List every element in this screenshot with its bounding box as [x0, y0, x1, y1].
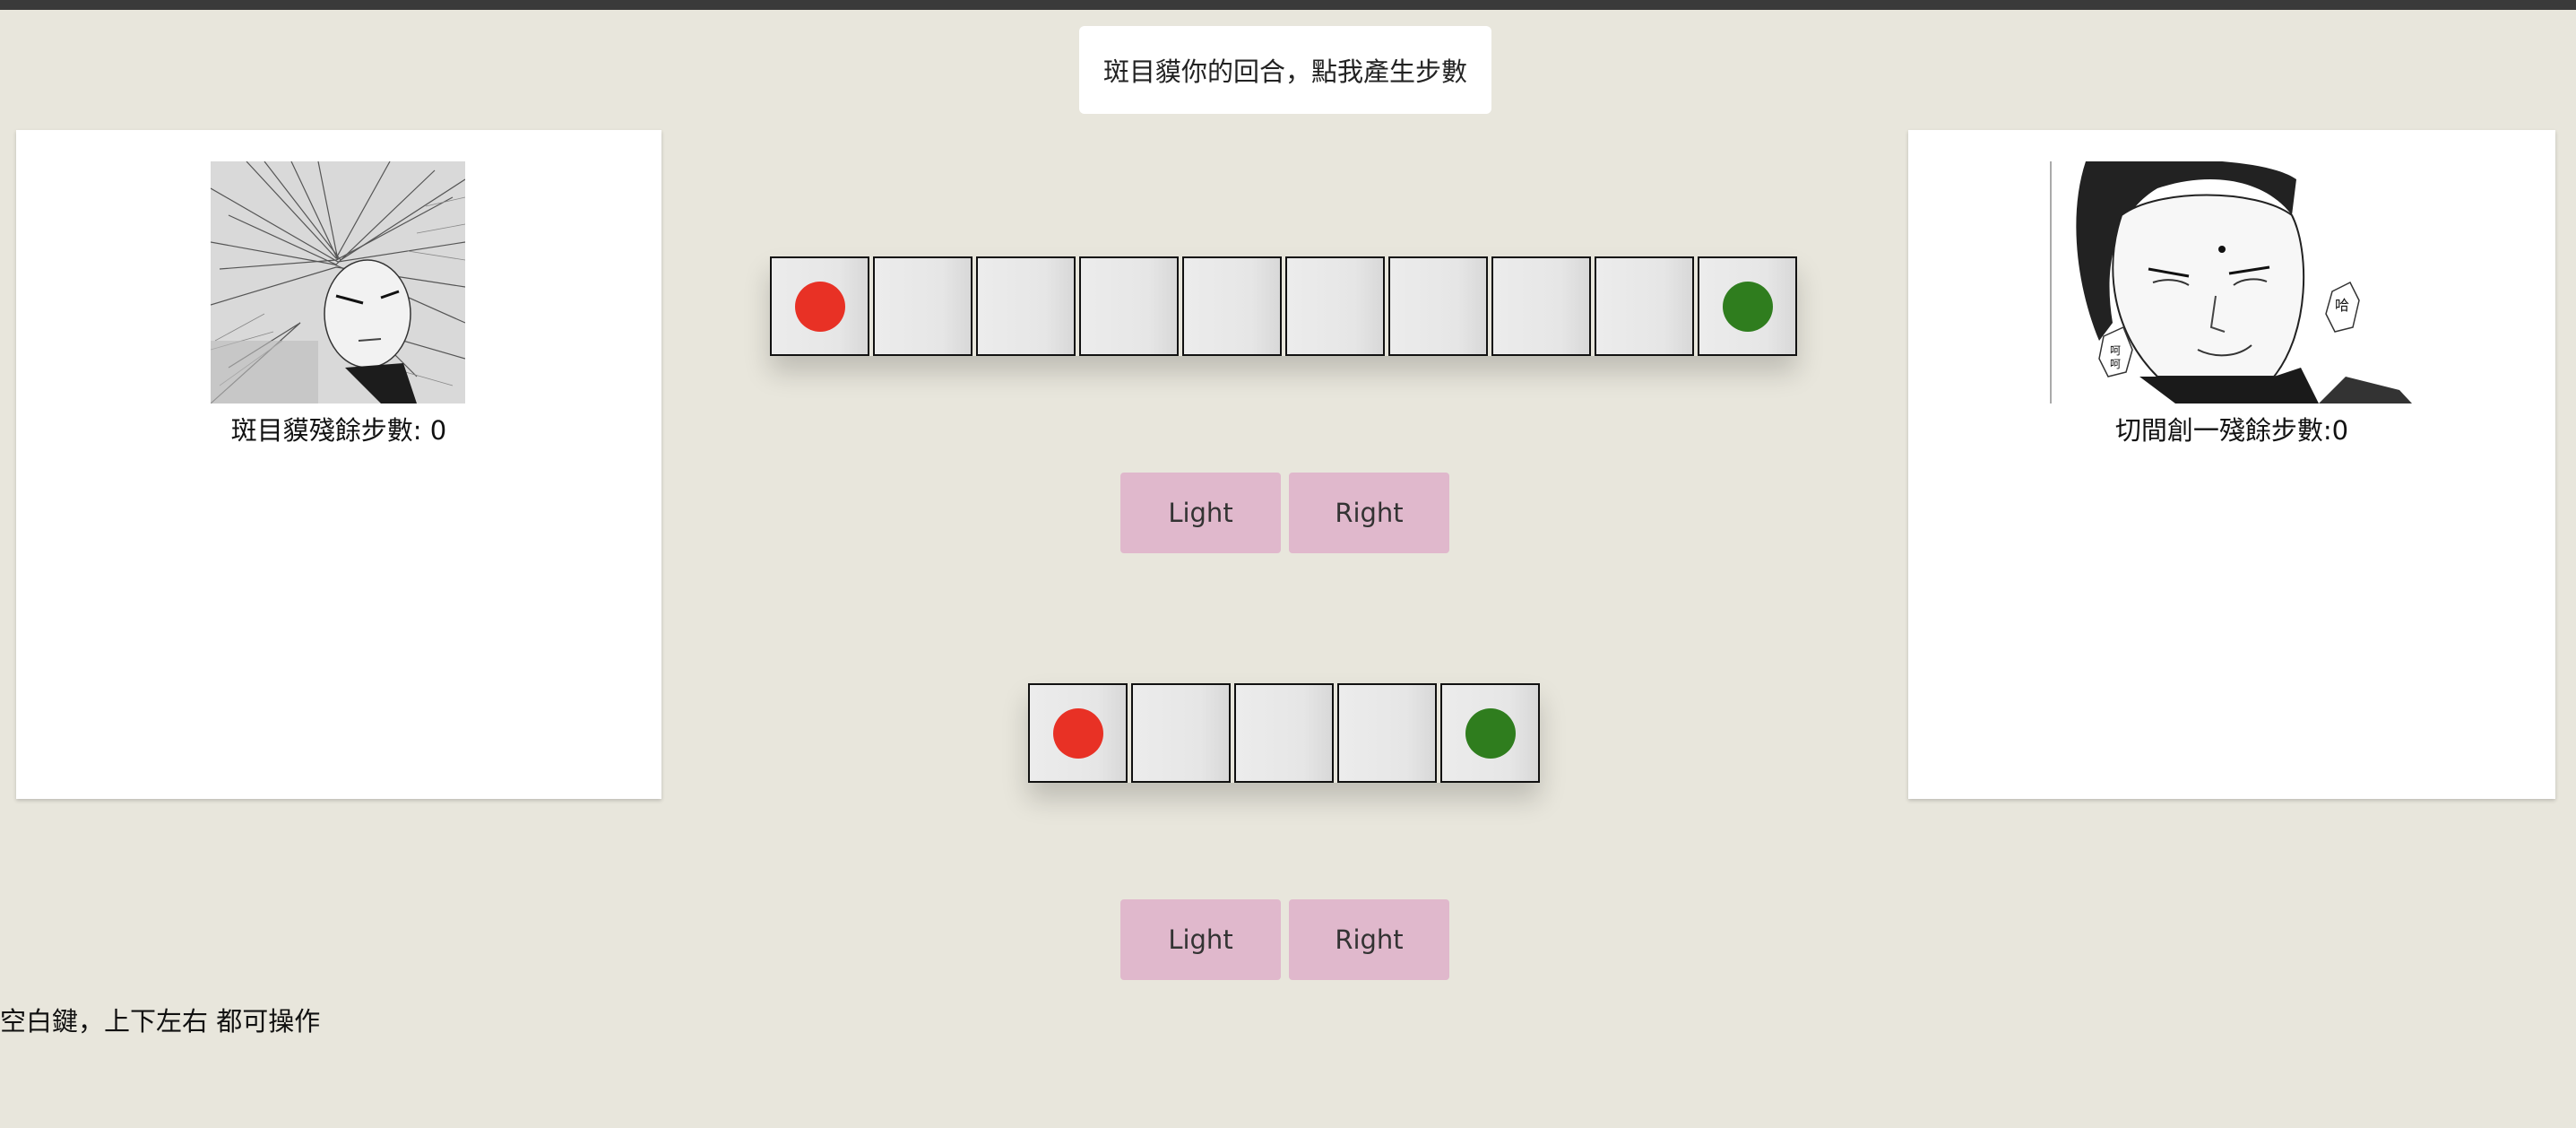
move-right-button[interactable]: Right	[1289, 899, 1449, 980]
generate-steps-button[interactable]: 斑目貘你的回合，點我產生步數	[1079, 26, 1491, 114]
board-track-1	[770, 256, 1797, 356]
svg-text:哈: 哈	[2335, 297, 2349, 314]
board-cell	[770, 256, 869, 356]
board-cell	[1131, 683, 1231, 783]
controls-track-1: Light Right	[1120, 473, 1449, 553]
player-avatar-right: 哈 呵 呵	[2050, 161, 2412, 403]
keyboard-hint: 空白鍵，上下左右 都可操作	[0, 1006, 321, 1037]
board-cell	[873, 256, 972, 356]
player-panel-left: 斑目貘殘餘步數: 0	[16, 130, 661, 799]
move-left-button[interactable]: Light	[1120, 899, 1281, 980]
green-player-piece	[1722, 281, 1773, 332]
svg-text:呵: 呵	[2110, 344, 2121, 357]
green-player-piece	[1465, 707, 1516, 759]
board-track-2	[1028, 683, 1540, 783]
top-bar	[0, 0, 2576, 10]
board-cell	[1388, 256, 1488, 356]
player-steps-left: 斑目貘殘餘步數: 0	[230, 415, 447, 446]
red-player-piece	[794, 281, 845, 332]
board-cell	[1491, 256, 1591, 356]
board-cell	[1285, 256, 1385, 356]
board-cell	[1079, 256, 1179, 356]
red-player-piece	[1052, 707, 1103, 759]
board-cell	[1182, 256, 1282, 356]
board-cell	[1440, 683, 1540, 783]
controls-track-2: Light Right	[1120, 899, 1449, 980]
board-cell	[1337, 683, 1437, 783]
svg-text:呵: 呵	[2110, 358, 2121, 370]
board-cell	[976, 256, 1076, 356]
player-panel-right: 哈 呵 呵 切間創一殘餘步數:0	[1908, 130, 2555, 799]
board-cell	[1234, 683, 1334, 783]
board-cell	[1595, 256, 1694, 356]
player-steps-right: 切間創一殘餘步數:0	[2114, 415, 2349, 446]
move-right-button[interactable]: Right	[1289, 473, 1449, 553]
player-avatar-left	[211, 161, 465, 403]
board-cell	[1028, 683, 1128, 783]
board-cell	[1698, 256, 1797, 356]
move-left-button[interactable]: Light	[1120, 473, 1281, 553]
